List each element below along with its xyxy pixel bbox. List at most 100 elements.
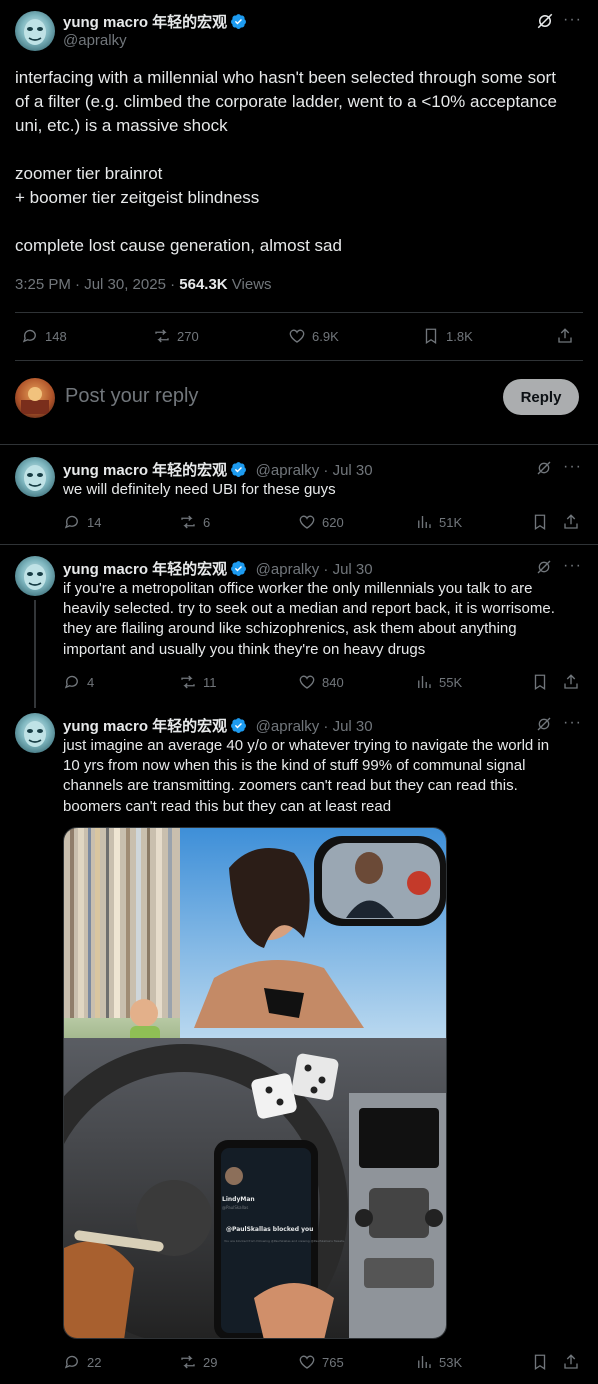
views-chart-icon: [418, 1356, 431, 1368]
bookmark-icon: [534, 674, 546, 691]
repost-icon: [181, 515, 195, 529]
grok-icon[interactable]: [536, 716, 552, 737]
author-avatar[interactable]: [15, 457, 55, 497]
divider: [15, 312, 583, 313]
main-tweet-text: interfacing with a millennial who hasn't…: [15, 66, 585, 258]
like-button[interactable]: 765: [298, 1353, 344, 1371]
heart-icon: [289, 329, 305, 343]
reply-icon: [64, 675, 78, 689]
phone-handle: @PaulSkallas: [222, 1205, 248, 1210]
tweet-line: zoomer tier brainrot: [15, 164, 163, 183]
share-button[interactable]: [562, 513, 580, 531]
author-meta[interactable]: @apralky · Jul 30: [256, 561, 373, 578]
reply-submit-button[interactable]: Reply: [503, 379, 579, 415]
share-icon: [564, 514, 578, 529]
repost-button[interactable]: 6: [179, 513, 210, 531]
grok-icon[interactable]: [536, 460, 552, 481]
reply-count: 148: [45, 328, 67, 344]
views-chart-icon: [418, 676, 431, 688]
verified-badge-icon: [231, 561, 247, 576]
reply-count: 4: [87, 674, 95, 690]
phone-name: LindyMan: [222, 1196, 255, 1203]
reply-icon: [64, 515, 78, 529]
bookmark-button[interactable]: 1.8K: [422, 327, 473, 345]
author-name[interactable]: yung macro 年轻的宏观: [63, 14, 227, 31]
divider: [15, 360, 583, 361]
author-name[interactable]: yung macro 年轻的宏观: [63, 561, 227, 578]
bookmark-icon: [534, 1354, 546, 1371]
more-options-icon[interactable]: ···: [563, 458, 582, 476]
views-label: Views: [227, 276, 272, 293]
author-meta[interactable]: @apralky · Jul 30: [256, 718, 373, 735]
like-count: 6.9K: [312, 328, 339, 344]
author-avatar[interactable]: [15, 713, 55, 753]
repost-button[interactable]: 11: [179, 673, 217, 691]
author-avatar[interactable]: [15, 556, 55, 596]
reply-button[interactable]: 22: [63, 1353, 101, 1371]
bookmark-button[interactable]: [531, 1353, 549, 1371]
author-meta[interactable]: @apralky · Jul 30: [256, 462, 373, 479]
tweet-line: complete lost cause generation, almost s…: [15, 236, 342, 255]
bookmark-button[interactable]: [531, 673, 549, 691]
views-button[interactable]: 53K: [415, 1353, 462, 1371]
reply-text: just imagine an average 40 y/o or whatev…: [63, 736, 588, 817]
share-button[interactable]: [562, 673, 580, 691]
author-avatar[interactable]: [15, 11, 55, 51]
more-options-icon[interactable]: ···: [563, 557, 582, 575]
my-avatar[interactable]: [15, 378, 55, 418]
tweet-media-image[interactable]: LindyMan @PaulSkallas @PaulSkallas block…: [63, 827, 447, 1339]
share-icon: [564, 674, 578, 689]
like-button[interactable]: 840: [298, 673, 344, 691]
like-count: 840: [322, 674, 344, 690]
reply-icon: [64, 1355, 78, 1369]
like-button[interactable]: 6.9K: [288, 327, 339, 345]
repost-icon: [181, 675, 195, 689]
share-button[interactable]: [556, 327, 574, 345]
views-chart-icon: [418, 516, 431, 528]
repost-button[interactable]: 270: [153, 327, 199, 345]
reply-input[interactable]: Post your reply: [65, 385, 198, 408]
share-icon: [564, 1354, 578, 1369]
reply-line: just imagine an average 40 y/o or whatev…: [63, 737, 550, 754]
reply-line: 10 yrs from now when this is the kind of…: [63, 757, 526, 775]
author-handle[interactable]: @apralky: [63, 32, 127, 49]
bookmark-count: 1.8K: [446, 328, 473, 344]
grok-icon[interactable]: [536, 559, 552, 580]
share-button[interactable]: [562, 1353, 580, 1371]
like-button[interactable]: 620: [298, 513, 344, 531]
heart-icon: [299, 1355, 315, 1369]
reply-line: heavily selected. try to seek out a medi…: [63, 600, 555, 618]
views-button[interactable]: 55K: [415, 673, 462, 691]
divider: [0, 444, 598, 445]
reply-line: channels are transmitting. zoomers can't…: [63, 777, 518, 795]
more-options-icon[interactable]: ···: [563, 11, 582, 29]
bookmark-icon: [425, 328, 437, 345]
tweet-line: + boomer tier zeitgeist blindness: [15, 188, 260, 207]
views-count: 564.3K: [179, 276, 228, 293]
author-name[interactable]: yung macro 年轻的宏观: [63, 462, 227, 479]
reply-text: if you're a metropolitan office worker t…: [63, 579, 588, 660]
verified-badge-icon: [231, 14, 247, 29]
views-count: 55K: [439, 674, 463, 690]
views-button[interactable]: 51K: [415, 513, 462, 531]
tweet-line: of a filter (e.g. climbed the corporate …: [15, 92, 557, 111]
author-name[interactable]: yung macro 年轻的宏观: [63, 718, 227, 735]
reply-button[interactable]: 14: [63, 513, 101, 531]
verified-badge-icon: [231, 462, 247, 477]
phone-subtext: You are blocked from following @PaulSkal…: [224, 1239, 345, 1243]
reply-count: 22: [87, 1354, 102, 1370]
more-options-icon[interactable]: ···: [563, 714, 582, 732]
tweet-line: uni, etc.) is a massive shock: [15, 116, 228, 135]
repost-button[interactable]: 29: [179, 1353, 217, 1371]
verified-badge-icon: [231, 718, 247, 733]
thread-line: [34, 600, 36, 708]
heart-icon: [299, 675, 315, 689]
reply-text: we will definitely need UBI for these gu…: [63, 481, 336, 498]
tweet-timestamp: 3:25 PM · Jul 30, 2025 · 564.3K Views: [15, 276, 272, 293]
reply-button[interactable]: 148: [21, 327, 67, 345]
bookmark-button[interactable]: [531, 513, 549, 531]
reply-button[interactable]: 4: [63, 673, 94, 691]
timestamp-text[interactable]: 3:25 PM · Jul 30, 2025 ·: [15, 276, 179, 293]
grok-icon[interactable]: [536, 12, 554, 35]
